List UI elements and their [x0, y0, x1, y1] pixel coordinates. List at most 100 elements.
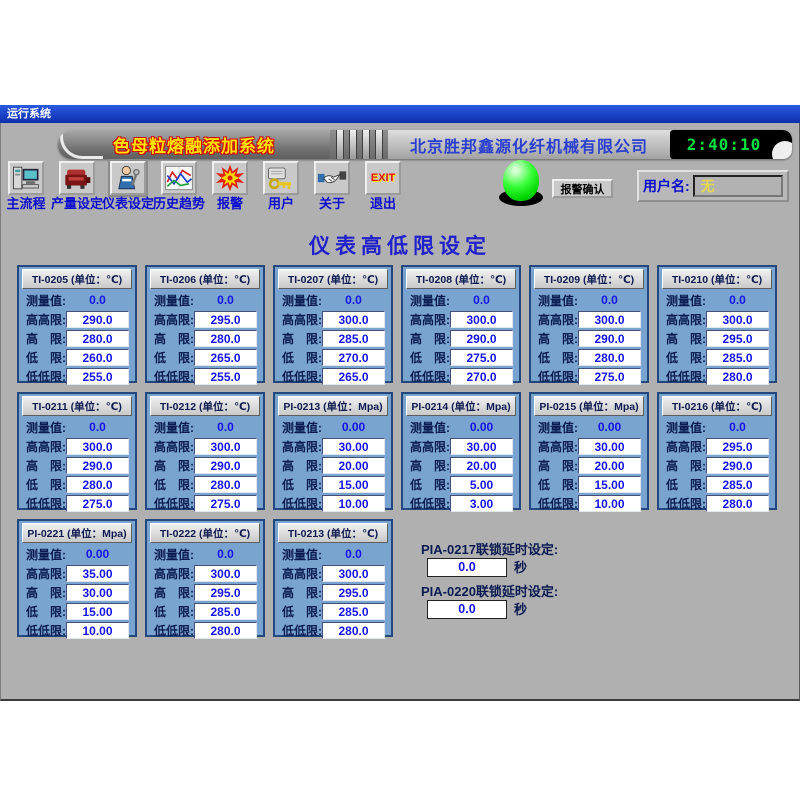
low-low-limit-input[interactable]: 280.0 [706, 368, 769, 385]
low-low-limit-input[interactable]: 255.0 [66, 368, 129, 385]
low-limit-input[interactable]: 285.0 [706, 476, 769, 493]
high-high-limit-input[interactable]: 30.00 [450, 438, 513, 455]
high-limit-input[interactable]: 295.0 [322, 584, 385, 601]
high-high-limit-input[interactable]: 290.0 [66, 311, 129, 328]
about-button[interactable]: 关于 [307, 161, 357, 211]
high-limit-input[interactable]: 290.0 [66, 457, 129, 474]
alarm-confirm-button[interactable]: 报警确认 [552, 179, 613, 198]
high-high-limit-input[interactable]: 30.00 [322, 438, 385, 455]
high-limit-input[interactable]: 280.0 [194, 330, 257, 347]
high-high-limit-input[interactable]: 300.0 [194, 565, 257, 582]
production-setting-button[interactable]: 产量设定 [52, 161, 102, 211]
low-low-label: 低低限: [282, 368, 322, 385]
high-limit-input[interactable]: 290.0 [706, 457, 769, 474]
history-trend-button[interactable]: 历史趋势 [154, 161, 204, 211]
high-high-limit-input[interactable]: 300.0 [578, 311, 641, 328]
low-row: 低 限: 265.0 [150, 349, 260, 365]
high-limit-input[interactable]: 295.0 [194, 584, 257, 601]
high-high-label: 高高限: [282, 438, 322, 455]
high-limit-input[interactable]: 280.0 [66, 330, 129, 347]
low-low-limit-input[interactable]: 280.0 [322, 622, 385, 639]
high-high-limit-input[interactable]: 295.0 [706, 438, 769, 455]
high-limit-input[interactable]: 290.0 [450, 330, 513, 347]
panel-title-button[interactable]: PI-0215 (单位：Mpa) [534, 396, 644, 416]
high-limit-input[interactable]: 295.0 [706, 330, 769, 347]
alarm-button[interactable]: 报警 [205, 161, 255, 211]
panel-title-button[interactable]: TI-0209 (单位：℃) [534, 269, 644, 289]
high-limit-input[interactable]: 290.0 [578, 330, 641, 347]
high-high-limit-input[interactable]: 35.00 [66, 565, 129, 582]
panel-title-button[interactable]: PI-0214 (单位：Mpa) [406, 396, 516, 416]
high-limit-input[interactable]: 290.0 [194, 457, 257, 474]
low-limit-input[interactable]: 270.0 [322, 349, 385, 366]
low-limit-input[interactable]: 285.0 [194, 603, 257, 620]
low-low-limit-input[interactable]: 10.00 [66, 622, 129, 639]
high-high-limit-input[interactable]: 300.0 [322, 311, 385, 328]
measured-value: 0.0 [322, 547, 385, 561]
low-limit-input[interactable]: 265.0 [194, 349, 257, 366]
low-limit-input[interactable]: 285.0 [322, 603, 385, 620]
high-high-limit-input[interactable]: 300.0 [66, 438, 129, 455]
panel-title-button[interactable]: PI-0221 (单位：Mpa) [22, 523, 132, 543]
panel-title-button[interactable]: TI-0222 (单位：℃) [150, 523, 260, 543]
username-field[interactable]: 无 [693, 175, 783, 197]
low-limit-input[interactable]: 280.0 [194, 476, 257, 493]
low-low-limit-input[interactable]: 255.0 [194, 368, 257, 385]
low-low-limit-input[interactable]: 275.0 [578, 368, 641, 385]
low-limit-input[interactable]: 280.0 [66, 476, 129, 493]
high-limit-input[interactable]: 20.00 [450, 457, 513, 474]
low-low-limit-input[interactable]: 270.0 [450, 368, 513, 385]
high-limit-input[interactable]: 30.00 [66, 584, 129, 601]
low-low-limit-input[interactable]: 275.0 [194, 495, 257, 512]
user-button[interactable]: 用户 [256, 161, 306, 211]
panel-title-button[interactable]: TI-0205 (单位：℃) [22, 269, 132, 289]
panel-title-button[interactable]: TI-0211 (单位：℃) [22, 396, 132, 416]
low-limit-input[interactable]: 260.0 [66, 349, 129, 366]
low-low-limit-input[interactable]: 10.00 [322, 495, 385, 512]
pia-0220-delay-input[interactable]: 0.0 [427, 600, 507, 619]
high-high-limit-input[interactable]: 300.0 [450, 311, 513, 328]
low-low-row: 低低限: 280.0 [662, 368, 772, 384]
high-high-label: 高高限: [666, 438, 706, 455]
low-limit-input[interactable]: 280.0 [578, 349, 641, 366]
exit-button[interactable]: EXIT 退出 [358, 161, 408, 211]
low-low-limit-input[interactable]: 10.00 [578, 495, 641, 512]
measured-label: 测量值: [26, 292, 66, 309]
low-limit-input[interactable]: 5.00 [450, 476, 513, 493]
instrument-setting-button[interactable]: 仪表设定 [103, 161, 153, 211]
panel-title-button[interactable]: TI-0213 (单位：℃) [278, 523, 388, 543]
low-low-limit-input[interactable]: 275.0 [66, 495, 129, 512]
high-limit-input[interactable]: 20.00 [322, 457, 385, 474]
main-flow-button[interactable]: 主流程 [1, 161, 51, 211]
high-high-limit-input[interactable]: 300.0 [194, 438, 257, 455]
low-limit-input[interactable]: 275.0 [450, 349, 513, 366]
high-limit-input[interactable]: 20.00 [578, 457, 641, 474]
high-label: 高 限: [538, 457, 578, 474]
panel-title-button[interactable]: TI-0206 (单位：℃) [150, 269, 260, 289]
low-limit-input[interactable]: 285.0 [706, 349, 769, 366]
high-label: 高 限: [282, 584, 322, 601]
high-high-limit-input[interactable]: 30.00 [578, 438, 641, 455]
high-high-limit-input[interactable]: 295.0 [194, 311, 257, 328]
low-limit-input[interactable]: 15.00 [66, 603, 129, 620]
low-limit-input[interactable]: 15.00 [322, 476, 385, 493]
panel-title-button[interactable]: TI-0212 (单位：℃) [150, 396, 260, 416]
high-high-limit-input[interactable]: 300.0 [706, 311, 769, 328]
pia-0217-delay-input[interactable]: 0.0 [427, 558, 507, 577]
low-label: 低 限: [282, 603, 322, 620]
high-limit-input[interactable]: 285.0 [322, 330, 385, 347]
measured-value: 0.00 [450, 420, 513, 434]
low-low-limit-input[interactable]: 265.0 [322, 368, 385, 385]
high-high-limit-input[interactable]: 300.0 [322, 565, 385, 582]
low-low-limit-input[interactable]: 280.0 [194, 622, 257, 639]
low-limit-input[interactable]: 15.00 [578, 476, 641, 493]
panel-body: 测量值: 0.00 高高限: 30.00 高 限: 20.00 低 限: 15.… [278, 416, 388, 512]
panel-title-button[interactable]: TI-0216 (单位：℃) [662, 396, 772, 416]
low-low-limit-input[interactable]: 280.0 [706, 495, 769, 512]
window-titlebar[interactable]: 运行系统 [0, 105, 800, 123]
panel-title-button[interactable]: TI-0210 (单位：℃) [662, 269, 772, 289]
low-low-limit-input[interactable]: 3.00 [450, 495, 513, 512]
panel-title-button[interactable]: TI-0207 (单位：℃) [278, 269, 388, 289]
panel-title-button[interactable]: TI-0208 (单位：℃) [406, 269, 516, 289]
panel-title-button[interactable]: PI-0213 (单位：Mpa) [278, 396, 388, 416]
